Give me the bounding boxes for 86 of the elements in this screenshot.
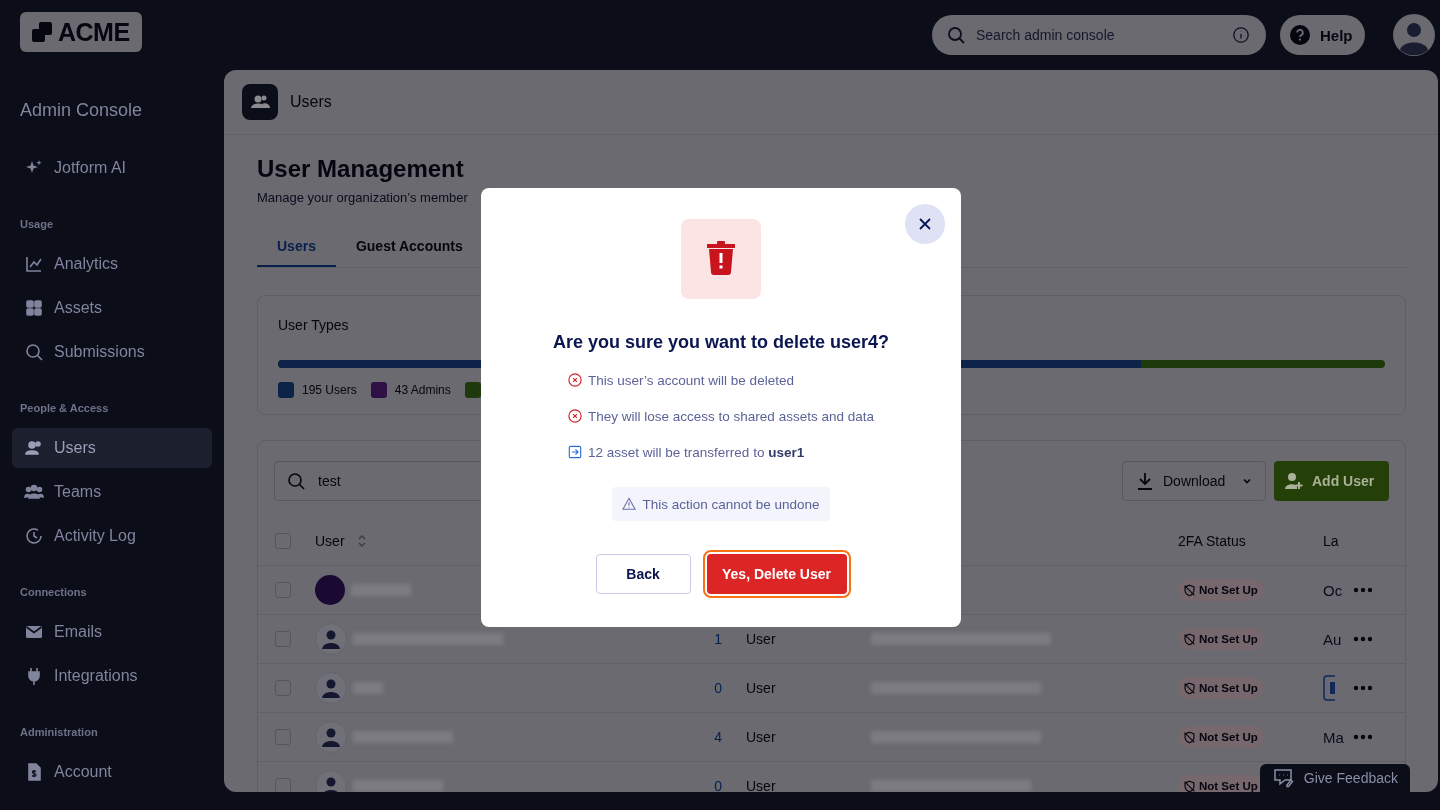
help-icon xyxy=(1290,25,1310,45)
section-heading: Connections xyxy=(20,585,88,600)
last-login-text: Oc xyxy=(1323,581,1343,599)
add-user-icon xyxy=(1284,471,1304,491)
users-icon xyxy=(24,438,44,458)
shield-off-icon xyxy=(1183,632,1196,646)
column-header: User xyxy=(315,533,345,549)
consequence-text: 12 asset will be transferred to user1 xyxy=(588,444,805,460)
tab[interactable]: Users xyxy=(257,227,336,267)
column-header: La xyxy=(1323,533,1340,549)
column-header: 2FA Status xyxy=(1178,533,1247,549)
legend-label: 195 Users xyxy=(302,383,357,397)
role-text: User xyxy=(745,631,777,647)
search-icon xyxy=(24,342,44,362)
card-icon xyxy=(1323,675,1335,701)
close-button[interactable] xyxy=(905,204,945,244)
last-login-text: Au xyxy=(1323,630,1342,648)
card-title: User Types xyxy=(278,316,350,334)
warning-icon xyxy=(622,497,637,511)
page-subtitle: Manage your organization’s member xyxy=(257,189,469,207)
sidebar-title: Admin Console xyxy=(20,100,144,120)
search-field[interactable]: Search admin console xyxy=(932,15,1266,55)
feedback-button[interactable]: Give Feedback xyxy=(1259,764,1410,792)
asset-count[interactable]: 0 xyxy=(706,680,722,696)
status-badge: Not Set Up xyxy=(1178,677,1264,699)
warning-text: This action cannot be undone xyxy=(642,496,820,512)
sidebar-item[interactable]: Emails xyxy=(12,612,212,652)
close-icon xyxy=(918,217,932,231)
shield-off-icon xyxy=(1183,779,1196,792)
team-icon xyxy=(24,482,44,502)
shield-off-icon xyxy=(1183,681,1196,695)
users-icon xyxy=(242,84,278,120)
chart-icon xyxy=(24,254,44,274)
page-header-title: Users xyxy=(290,93,332,111)
section-heading: Administration xyxy=(20,725,99,740)
row-checkbox[interactable] xyxy=(275,778,291,792)
grid-icon xyxy=(24,298,44,318)
section-heading: Usage xyxy=(20,217,55,232)
status-badge: Not Set Up xyxy=(1178,726,1264,748)
asset-count[interactable]: 0 xyxy=(706,778,722,792)
shield-off-icon xyxy=(1183,583,1196,597)
page-title: User Management xyxy=(257,154,465,184)
sidebar-item[interactable]: Jotform AI xyxy=(12,148,212,188)
history-icon xyxy=(24,526,44,546)
download-icon xyxy=(1135,471,1155,491)
asset-count[interactable]: 4 xyxy=(706,729,722,745)
add-user-button[interactable]: Add User xyxy=(1274,461,1389,501)
sidebar-item[interactable]: Activity Log xyxy=(12,516,212,556)
sidebar-item[interactable]: Account xyxy=(12,752,212,792)
trash-warning-icon xyxy=(681,219,761,299)
feedback-icon xyxy=(1271,768,1294,788)
consequence-text: They will lose access to shared assets and data xyxy=(588,408,874,424)
sidebar-item[interactable]: Users xyxy=(12,428,212,468)
sort-icon[interactable] xyxy=(356,533,367,549)
asset-count[interactable]: 1 xyxy=(706,631,722,647)
x-circle-icon xyxy=(568,409,583,423)
download-button[interactable]: Download xyxy=(1122,461,1266,501)
sidebar-item[interactable]: Analytics xyxy=(12,244,212,284)
more-icon[interactable] xyxy=(1353,685,1373,691)
info-icon[interactable] xyxy=(1232,26,1250,44)
search-icon xyxy=(286,471,306,491)
dialog-title: Are you sure you want to delete user4? xyxy=(552,331,890,353)
role-text: User xyxy=(745,778,777,792)
acme-logo[interactable]: ACME xyxy=(20,12,142,52)
more-icon[interactable] xyxy=(1353,734,1373,740)
role-text: User xyxy=(745,729,777,745)
role-text: User xyxy=(745,680,777,696)
x-circle-icon xyxy=(568,373,583,387)
consequence-text: This user’s account will be deleted xyxy=(588,372,794,388)
sidebar-item[interactable]: Assets xyxy=(12,288,212,328)
tab[interactable]: Guest Accounts xyxy=(335,227,483,267)
sidebar-item[interactable]: Teams xyxy=(12,472,212,512)
back-button[interactable]: Back xyxy=(595,554,691,594)
more-icon[interactable] xyxy=(1353,587,1373,593)
sidebar-item[interactable]: Integrations xyxy=(12,656,212,696)
more-icon[interactable] xyxy=(1353,636,1373,642)
transfer-icon xyxy=(568,445,583,459)
legend-label: 43 Admins xyxy=(394,383,451,397)
avatar-icon[interactable] xyxy=(1393,14,1435,56)
status-badge: Not Set Up xyxy=(1178,579,1264,601)
section-heading: People & Access xyxy=(20,401,110,416)
sidebar-item[interactable]: Submissions xyxy=(12,332,212,372)
shield-off-icon xyxy=(1183,730,1196,744)
help-button[interactable]: Help xyxy=(1280,15,1365,55)
last-login-text: Ma xyxy=(1323,728,1344,746)
status-badge: Not Set Up xyxy=(1178,628,1264,650)
